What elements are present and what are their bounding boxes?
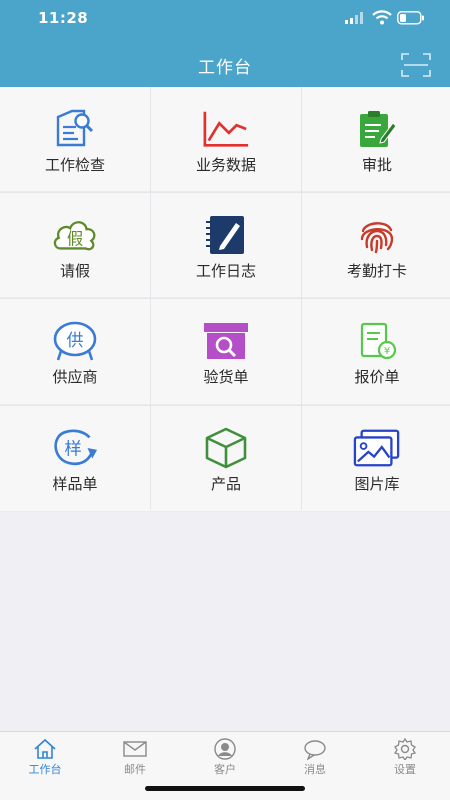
- document-search-icon: [51, 107, 99, 151]
- leave-glyph: 假: [67, 230, 83, 249]
- cloud-leave-icon: 假: [51, 213, 99, 257]
- clipboard-edit-icon: [353, 107, 401, 151]
- grid-item-label: 工作日志: [195, 262, 256, 280]
- grid-item-gallery[interactable]: 图片库: [302, 406, 450, 512]
- status-time: 11:28: [38, 9, 89, 27]
- page-title: 工作台: [198, 58, 252, 78]
- line-chart-icon: [202, 107, 250, 151]
- wifi-icon: [372, 10, 392, 25]
- inspection-box-icon: [202, 319, 250, 363]
- grid-item-label: 业务数据: [195, 156, 256, 174]
- grid-item-work-log[interactable]: 工作日志: [151, 193, 301, 298]
- top-bar: 11:28 工作台: [0, 0, 450, 87]
- tab-label: 客户: [214, 763, 236, 776]
- supplier-icon: 供: [51, 319, 99, 363]
- sample-glyph: 样: [64, 440, 81, 460]
- grid-item-approval[interactable]: 审批: [302, 87, 450, 192]
- tab-label: 邮件: [124, 763, 146, 776]
- grid-item-label: 考勤打卡: [346, 262, 407, 280]
- gear-icon: [393, 738, 417, 760]
- mail-icon: [123, 741, 147, 757]
- grid-item-attendance[interactable]: 考勤打卡: [302, 193, 450, 298]
- supplier-glyph: 供: [67, 331, 84, 351]
- grid-item-label: 供应商: [52, 368, 98, 386]
- grid-item-leave[interactable]: 假 请假: [0, 193, 150, 298]
- tab-workbench[interactable]: 工作台: [0, 732, 90, 800]
- sample-refresh-icon: 样: [51, 426, 99, 470]
- grid-item-inspection[interactable]: 验货单: [151, 299, 301, 405]
- grid-item-supplier[interactable]: 供 供应商: [0, 299, 150, 405]
- scan-icon[interactable]: [400, 52, 432, 78]
- battery-icon: [397, 11, 424, 25]
- grid-item-label: 报价单: [354, 368, 400, 386]
- grid-item-label: 图片库: [354, 475, 400, 493]
- home-indicator[interactable]: [145, 786, 305, 791]
- user-icon: [214, 738, 236, 760]
- yuan-glyph: ¥: [384, 346, 390, 357]
- grid-item-business-data[interactable]: 业务数据: [151, 87, 301, 192]
- image-gallery-icon: [353, 426, 401, 470]
- grid-item-label: 产品: [210, 475, 241, 493]
- tab-label: 工作台: [28, 763, 62, 776]
- fingerprint-icon: [353, 213, 401, 257]
- grid-item-label: 请假: [59, 262, 90, 280]
- status-bar: 11:28: [0, 0, 450, 38]
- grid-item-work-check[interactable]: 工作检查: [0, 87, 150, 192]
- grid-item-label: 审批: [361, 156, 392, 174]
- tab-label: 消息: [304, 763, 326, 776]
- notebook-pen-icon: [202, 213, 250, 257]
- grid-item-product[interactable]: 产品: [151, 406, 301, 512]
- cube-icon: [202, 426, 250, 470]
- tab-settings[interactable]: 设置: [360, 732, 450, 800]
- chat-bubble-icon: [304, 740, 326, 760]
- grid-item-label: 样品单: [52, 475, 98, 493]
- workbench-grid: 工作检查 业务数据 审批 假 请假 工作日志 考勤打卡 供 供应商 验货单 ¥ …: [0, 87, 450, 512]
- grid-item-label: 验货单: [203, 368, 249, 386]
- cellular-signal-icon: [345, 12, 363, 24]
- grid-item-sample[interactable]: 样 样品单: [0, 406, 150, 512]
- home-icon: [34, 738, 56, 759]
- quote-document-icon: ¥: [353, 319, 401, 363]
- grid-item-label: 工作检查: [44, 156, 105, 174]
- grid-item-quotation[interactable]: ¥ 报价单: [302, 299, 450, 405]
- tab-label: 设置: [394, 763, 416, 776]
